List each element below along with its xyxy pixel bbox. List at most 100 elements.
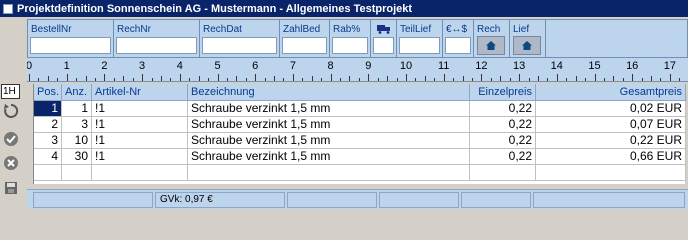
col-header-anz[interactable]: Anz. (62, 84, 92, 101)
ruler-tick (179, 74, 181, 81)
cell-pos[interactable]: 4 (34, 149, 62, 165)
status-segment (533, 192, 685, 208)
cell-bezeichnung[interactable]: Schraube verzinkt 1,5 mm (188, 101, 470, 117)
cell-pos[interactable]: 3 (34, 133, 62, 149)
rechdat-field[interactable] (202, 37, 277, 54)
ruler-tick (330, 74, 332, 81)
cell-anz[interactable]: 1 (62, 101, 92, 117)
ruler-tick (622, 78, 624, 81)
teillief-label: TeilLief (400, 24, 432, 35)
ruler-tick (509, 78, 511, 81)
cell-gesamtpreis[interactable]: 0,07 EUR (536, 117, 686, 133)
lief-home-button[interactable] (513, 36, 541, 55)
window-titlebar: Projektdefinition Sonnenschein AG - Must… (0, 0, 688, 17)
ruler-number: 16 (626, 60, 639, 72)
teillief-field[interactable] (399, 37, 440, 54)
ruler-tick (132, 78, 134, 81)
ruler-tick (189, 78, 191, 81)
cell-einzelpreis[interactable]: 0,22 (470, 117, 536, 133)
ruler-tick (94, 78, 96, 81)
rech-home-button[interactable] (477, 36, 505, 55)
cell-artikel[interactable]: !1 (92, 149, 188, 165)
ruler-tick (236, 76, 238, 81)
ruler-tick (274, 76, 276, 81)
cell-bezeichnung[interactable]: Schraube verzinkt 1,5 mm (188, 117, 470, 133)
cell-pos[interactable]: 1 (34, 101, 62, 117)
ruler-tick (594, 74, 596, 81)
col-header-gesamtpreis[interactable]: Gesamtpreis (536, 84, 686, 101)
line-indicator[interactable]: 1H (1, 84, 20, 99)
ruler-tick (151, 78, 153, 81)
cell-bezeichnung[interactable]: Schraube verzinkt 1,5 mm (188, 149, 470, 165)
ruler-tick (462, 76, 464, 81)
ruler-tick (443, 74, 445, 81)
ruler-tick (387, 76, 389, 81)
cell-anz[interactable]: 10 (62, 133, 92, 149)
ruler-tick (38, 78, 40, 81)
table-row[interactable]: 4 30 !1 Schraube verzinkt 1,5 mm 0,22 0,… (34, 149, 686, 165)
ruler-tick (208, 78, 210, 81)
cell-empty[interactable] (92, 165, 188, 181)
cell-anz[interactable]: 3 (62, 117, 92, 133)
rechnr-group: RechNr (114, 20, 200, 57)
ruler-tick (651, 76, 653, 81)
ruler-tick (160, 76, 162, 81)
rabatt-label: Rab% (333, 24, 361, 35)
col-header-bezeichnung[interactable]: Bezeichnung (188, 84, 470, 101)
ruler-number: 13 (512, 60, 526, 72)
ruler-tick (406, 74, 407, 81)
zahlbed-field[interactable] (282, 37, 327, 54)
col-header-pos[interactable]: Pos. (34, 84, 62, 101)
ruler-tick (47, 76, 49, 81)
refresh-icon[interactable] (3, 103, 19, 119)
ruler-tick (123, 76, 125, 81)
col-header-artikel[interactable]: Artikel-Nr (92, 84, 188, 101)
ruler-tick (340, 78, 342, 81)
table-row[interactable]: 1 1 !1 Schraube verzinkt 1,5 mm 0,22 0,0… (34, 101, 686, 117)
cell-gesamtpreis[interactable]: 0,02 EUR (536, 101, 686, 117)
cell-gesamtpreis[interactable]: 0,66 EUR (536, 149, 686, 165)
table-row-empty[interactable] (34, 165, 686, 181)
ruler-tick (547, 78, 549, 81)
cell-empty[interactable] (34, 165, 62, 181)
ruler-tick (104, 74, 106, 81)
rechnr-field[interactable] (116, 37, 197, 54)
cell-bezeichnung[interactable]: Schraube verzinkt 1,5 mm (188, 133, 470, 149)
cell-gesamtpreis[interactable]: 0,22 EUR (536, 133, 686, 149)
check-icon[interactable] (3, 131, 19, 147)
table-row[interactable]: 3 10 !1 Schraube verzinkt 1,5 mm 0,22 0,… (34, 133, 686, 149)
ruler-tick (66, 74, 68, 81)
table-row[interactable]: 2 3 !1 Schraube verzinkt 1,5 mm 0,22 0,0… (34, 117, 686, 133)
ruler-tick (669, 74, 671, 81)
cell-empty[interactable] (536, 165, 686, 181)
cell-einzelpreis[interactable]: 0,22 (470, 149, 536, 165)
col-header-einzelpreis[interactable]: Einzelpreis (470, 84, 536, 101)
cell-artikel[interactable]: !1 (92, 133, 188, 149)
status-bar: GVk: 0,97 € (27, 189, 688, 209)
status-segment (379, 192, 459, 208)
ruler-tick (566, 78, 568, 81)
ruler-tick (283, 78, 285, 81)
cell-artikel[interactable]: !1 (92, 117, 188, 133)
cancel-icon[interactable] (3, 155, 19, 171)
status-segment (33, 192, 153, 208)
ruler-tick (113, 78, 115, 81)
ruler-tick (632, 74, 634, 81)
cell-empty[interactable] (62, 165, 92, 181)
rabatt-field[interactable] (332, 37, 368, 54)
cell-empty[interactable] (188, 165, 470, 181)
cell-artikel[interactable]: !1 (92, 101, 188, 117)
bestellnr-field[interactable] (30, 37, 111, 54)
ruler-tick (575, 76, 577, 81)
cell-anz[interactable]: 30 (62, 149, 92, 165)
ruler-number: 4 (176, 60, 183, 72)
positions-table: Pos. Anz. Artikel-Nr Bezeichnung Einzelp… (33, 84, 686, 184)
cell-empty[interactable] (470, 165, 536, 181)
currency-group: €↔$ (443, 20, 474, 57)
currency-field[interactable] (445, 37, 471, 54)
cell-einzelpreis[interactable]: 0,22 (470, 101, 536, 117)
save-icon[interactable] (3, 180, 19, 196)
cell-einzelpreis[interactable]: 0,22 (470, 133, 536, 149)
delivery-field[interactable] (373, 37, 394, 54)
cell-pos[interactable]: 2 (34, 117, 62, 133)
